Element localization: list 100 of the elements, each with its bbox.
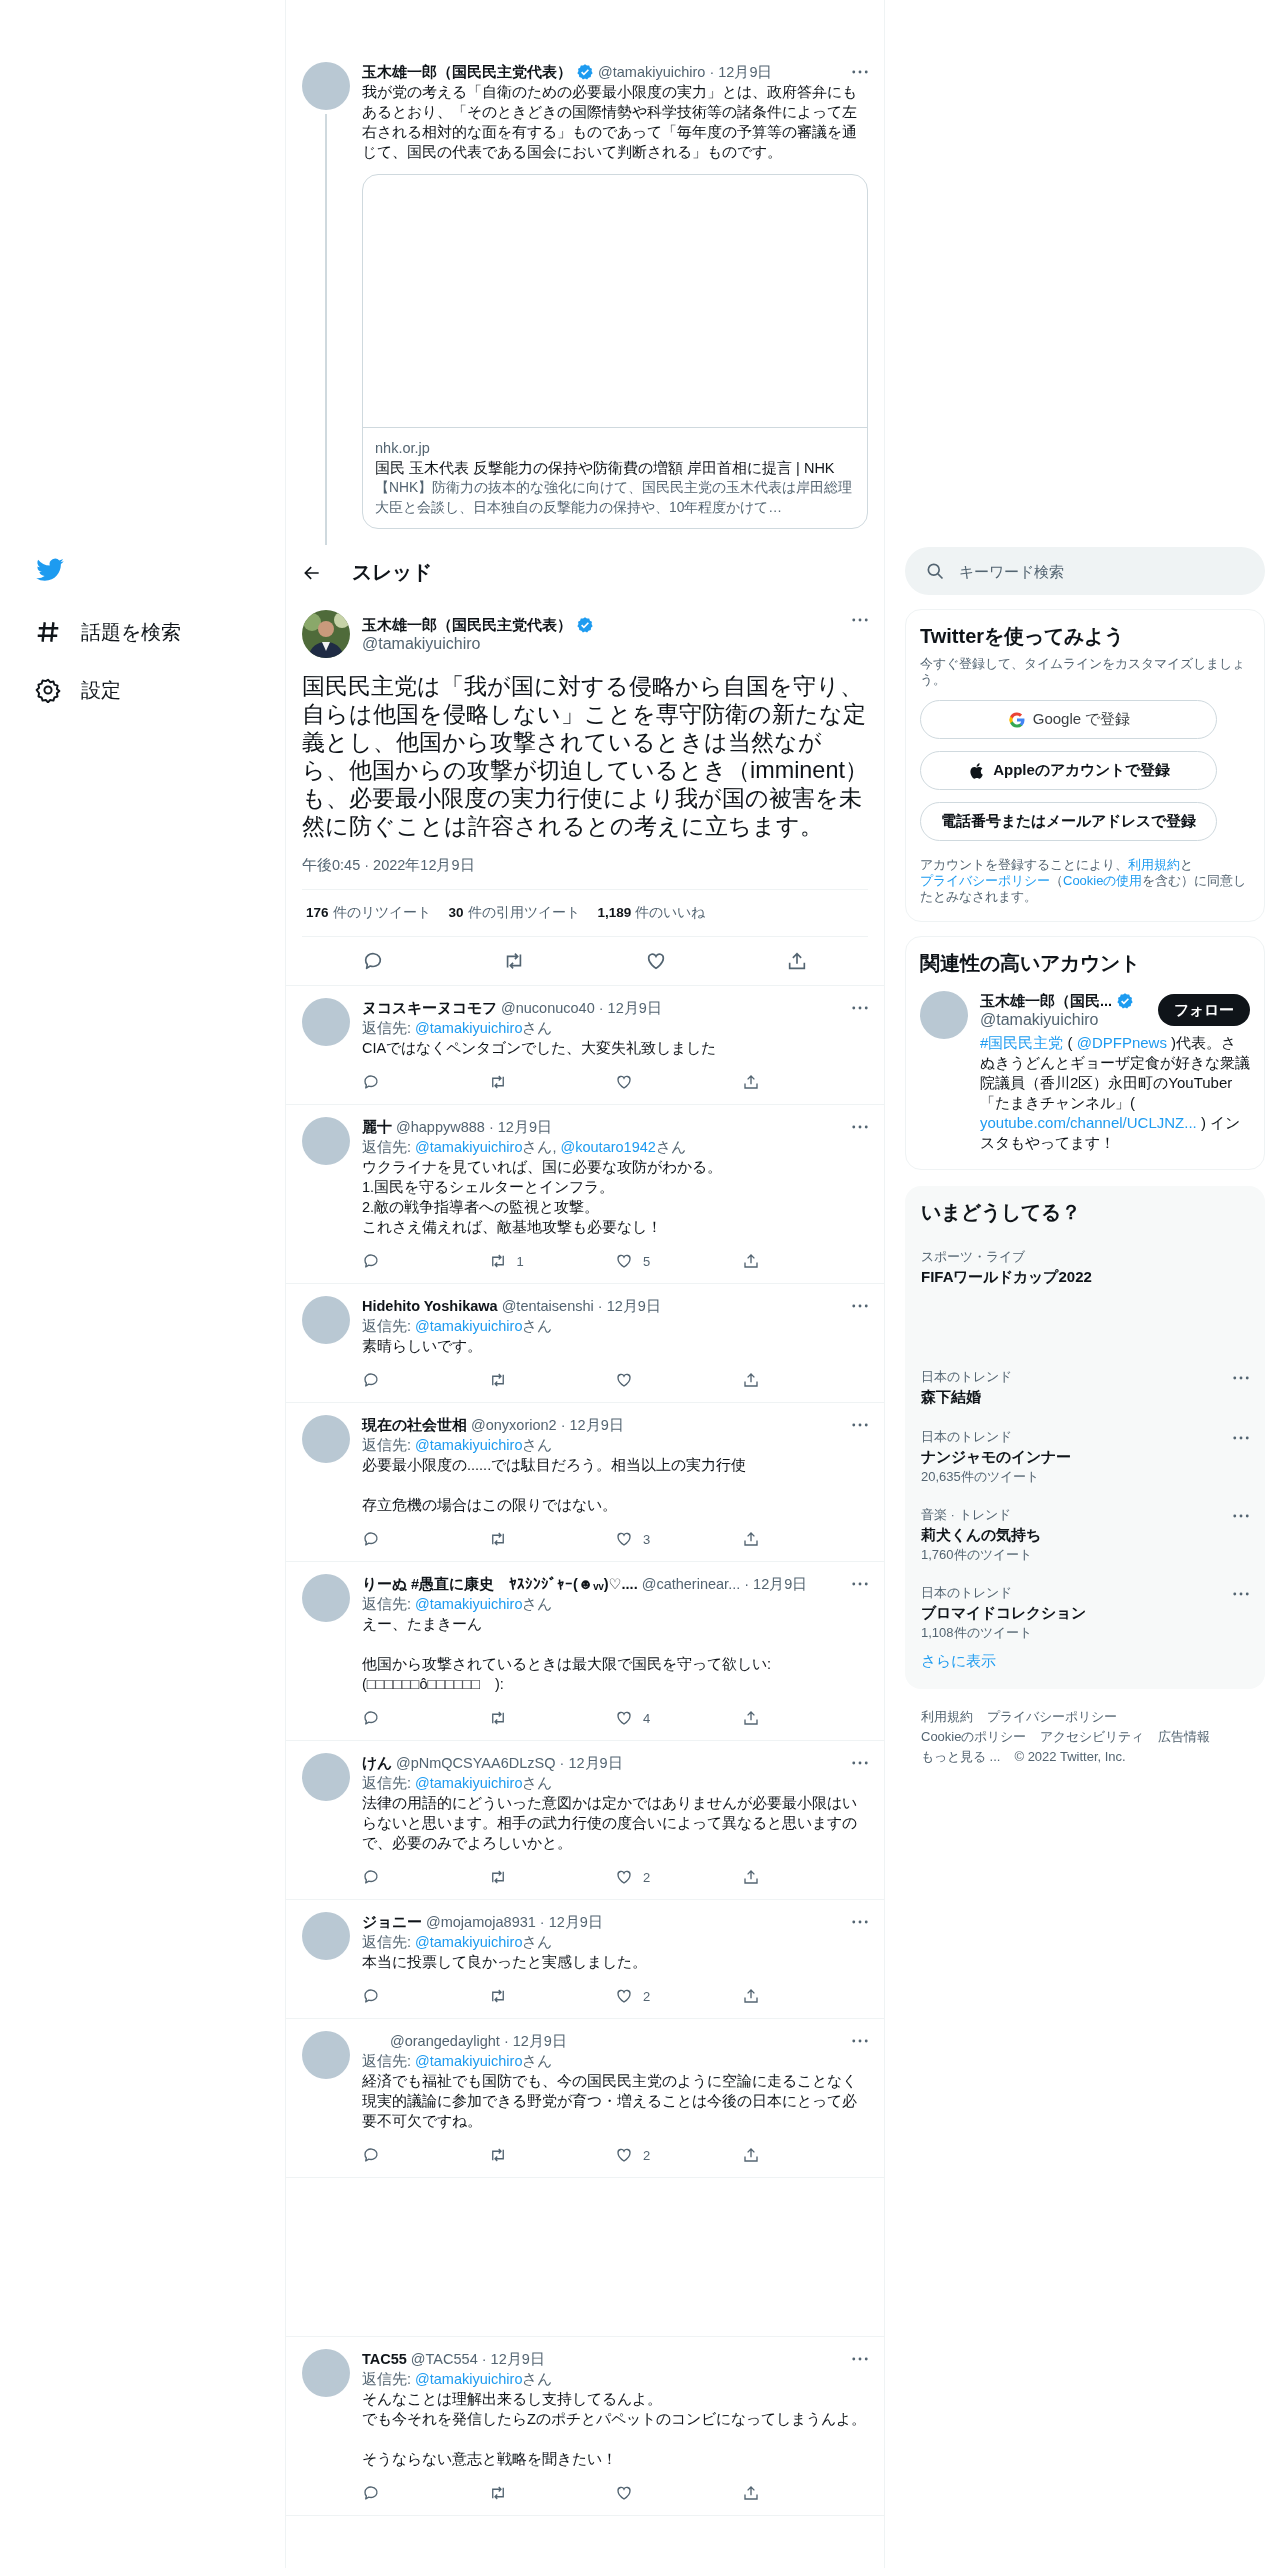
more-icon[interactable] bbox=[852, 2039, 868, 2043]
footer-link[interactable]: Cookieのポリシー bbox=[921, 1727, 1027, 1747]
reply-icon[interactable] bbox=[362, 1987, 380, 2005]
follow-button[interactable]: フォロー bbox=[1158, 994, 1250, 1026]
reply-to-line: 返信先: @tamakiyuichiroさん bbox=[362, 1933, 554, 1952]
stat-label[interactable]: 件のいいね bbox=[635, 905, 706, 920]
author-name[interactable]: 玉木雄一郎（国民民主党代表） bbox=[362, 615, 572, 635]
share-icon[interactable] bbox=[741, 1530, 760, 1548]
more-icon[interactable] bbox=[852, 1582, 868, 1586]
footer-link[interactable]: 利用規約 bbox=[921, 1707, 973, 1727]
reply-to-line: 返信先: @tamakiyuichiroさん bbox=[362, 1595, 554, 1614]
stat-count[interactable]: 176 bbox=[306, 905, 329, 920]
more-icon[interactable] bbox=[1233, 1514, 1249, 1518]
timestamp: 午後0:45 · 2022年12月9日 bbox=[302, 856, 476, 875]
link-title: 国民 玉木代表 反撃能力の保持や防衛費の増額 岸田首相に提言 | NHK bbox=[375, 459, 836, 478]
settings-icon[interactable] bbox=[35, 677, 61, 703]
account-name[interactable]: 玉木雄一郎（国民... bbox=[980, 991, 1113, 1011]
more-icon[interactable] bbox=[1233, 1376, 1249, 1380]
reply-icon[interactable] bbox=[362, 1073, 380, 1091]
share-icon[interactable] bbox=[741, 2484, 760, 2502]
reply-icon[interactable] bbox=[362, 1709, 380, 1727]
footer-link[interactable]: 広告情報 bbox=[1158, 1727, 1211, 1747]
nav-link[interactable]: 設定 bbox=[81, 676, 121, 704]
trend-count: 20,635件のツイート bbox=[921, 1468, 1040, 1486]
author-name[interactable]: りーぬ #愚直に康史 ﾔｽｼﾝｼﾞｬｰ(☻ᵥᵥ)♡.... bbox=[362, 1574, 638, 1594]
signup-button[interactable]: 電話番号またはメールアドレスで登録 bbox=[920, 802, 1217, 841]
like-count: 2 bbox=[643, 2147, 651, 2163]
stat-label[interactable]: 件のリツイート bbox=[332, 905, 431, 920]
share-icon[interactable] bbox=[741, 1709, 760, 1727]
share-icon[interactable] bbox=[741, 2146, 760, 2164]
more-icon[interactable] bbox=[852, 1423, 868, 1427]
share-icon[interactable] bbox=[741, 1987, 760, 2005]
like-icon[interactable] bbox=[615, 1530, 633, 1548]
footer-link[interactable]: プライバシーポリシー bbox=[987, 1707, 1117, 1727]
author-handle[interactable]: @tamakiyuichiro bbox=[362, 635, 594, 653]
hashtag-icon[interactable] bbox=[35, 619, 61, 645]
nav-link[interactable]: 話題を検索 bbox=[81, 618, 181, 646]
more-icon[interactable] bbox=[852, 1125, 868, 1129]
stat-count[interactable]: 30 bbox=[448, 905, 464, 920]
footer-link[interactable]: アクセシビリティ bbox=[1040, 1727, 1145, 1747]
stat-label[interactable]: 件の引用ツイート bbox=[467, 905, 580, 920]
trend-title[interactable]: ナンジャモのインナー bbox=[921, 1446, 1233, 1468]
handle-date: @happyw888 · 12月9日 bbox=[396, 1118, 552, 1137]
trend-title[interactable]: ブロマイドコレクション bbox=[921, 1602, 1233, 1624]
author-name[interactable]: 麗十 bbox=[362, 1117, 392, 1137]
like-icon[interactable] bbox=[615, 1709, 633, 1727]
author-name[interactable]: ジョニー bbox=[362, 1912, 422, 1932]
reply-icon[interactable] bbox=[362, 1371, 380, 1389]
more-icon[interactable] bbox=[852, 2357, 868, 2361]
reply-icon[interactable] bbox=[362, 1868, 380, 1886]
like-icon[interactable] bbox=[615, 1252, 633, 1270]
like-count: 2 bbox=[643, 1988, 651, 2004]
share-icon[interactable] bbox=[741, 1371, 760, 1389]
like-icon[interactable] bbox=[615, 1868, 633, 1886]
stat-count[interactable]: 1,189 bbox=[597, 905, 632, 920]
signup-button[interactable]: Google で登録 bbox=[920, 700, 1217, 739]
link-domain: nhk.or.jp bbox=[375, 439, 431, 458]
author-name[interactable]: けん bbox=[362, 1753, 392, 1773]
more-icon[interactable] bbox=[852, 1304, 868, 1308]
author-name[interactable]: 現在の社会世相 bbox=[362, 1415, 467, 1435]
trend-title[interactable]: FIFAワールドカップ2022 bbox=[921, 1266, 1249, 1288]
reply-icon[interactable] bbox=[362, 1530, 380, 1548]
more-icon[interactable] bbox=[1233, 1436, 1249, 1440]
card-subtitle: 今すぐ登録して、タイムラインをカスタマイズしましょう。 bbox=[920, 656, 1246, 688]
more-icon[interactable] bbox=[852, 70, 868, 74]
more-icon[interactable] bbox=[852, 618, 868, 622]
reply-text: 必要最小限度の......では駄目だろう。相当以上の実力行使 bbox=[362, 1456, 748, 1475]
share-icon[interactable] bbox=[741, 1252, 760, 1270]
link-card[interactable]: nhk.or.jp 国民 玉木代表 反撃能力の保持や防衛費の増額 岸田首相に提言 | NHK 【NHK】防衛力の抜本的な強化に向けて、国民民主党の玉木代表は岸田総理大臣と会談し、日本独自の反撃能力の保持や、10年程度かけて… bbox=[362, 174, 868, 529]
trend-category: 日本のトレンド bbox=[921, 1368, 1013, 1386]
share-icon[interactable] bbox=[741, 1073, 760, 1091]
like-icon[interactable] bbox=[615, 1073, 633, 1091]
footer-link[interactable]: © 2022 Twitter, Inc. bbox=[1014, 1747, 1126, 1767]
like-icon[interactable] bbox=[615, 2484, 633, 2502]
author-name[interactable]: ヌコスキーヌコモフ bbox=[362, 998, 497, 1018]
author-name[interactable]: Hidehito Yoshikawa bbox=[362, 1296, 498, 1316]
share-icon[interactable] bbox=[741, 1868, 760, 1886]
more-icon[interactable] bbox=[1233, 1592, 1249, 1596]
trend-category: 日本のトレンド bbox=[921, 1584, 1013, 1602]
card-title: 関連性の高いアカウント bbox=[920, 951, 1141, 976]
page-title: スレッド bbox=[352, 560, 432, 585]
like-icon[interactable] bbox=[615, 2146, 633, 2164]
footer-link[interactable]: もっと見る ... bbox=[921, 1747, 1001, 1767]
trend-title[interactable]: 莉犬くんの気持ち bbox=[921, 1524, 1233, 1546]
avatar[interactable] bbox=[302, 610, 350, 658]
reply-icon[interactable] bbox=[362, 2484, 380, 2502]
reply-icon[interactable] bbox=[362, 2146, 380, 2164]
more-icon[interactable] bbox=[852, 1006, 868, 1010]
search-field[interactable]: キーワード検索 bbox=[905, 547, 1265, 595]
like-icon[interactable] bbox=[615, 1987, 633, 2005]
handle-date: @TAC554 · 12月9日 bbox=[410, 2350, 545, 2369]
trend-title[interactable]: 森下結婚 bbox=[921, 1386, 1233, 1408]
author-name[interactable]: 玉木雄一郎（国民民主党代表） bbox=[362, 62, 572, 82]
trend-count: 1,760件のツイート bbox=[921, 1546, 1033, 1564]
more-icon[interactable] bbox=[852, 1920, 868, 1924]
reply-icon[interactable] bbox=[362, 1252, 380, 1270]
like-icon[interactable] bbox=[615, 1371, 633, 1389]
more-icon[interactable] bbox=[852, 1761, 868, 1765]
author-name[interactable]: TAC55 bbox=[362, 2349, 407, 2369]
signup-button[interactable]: Appleのアカウントで登録 bbox=[920, 751, 1217, 790]
